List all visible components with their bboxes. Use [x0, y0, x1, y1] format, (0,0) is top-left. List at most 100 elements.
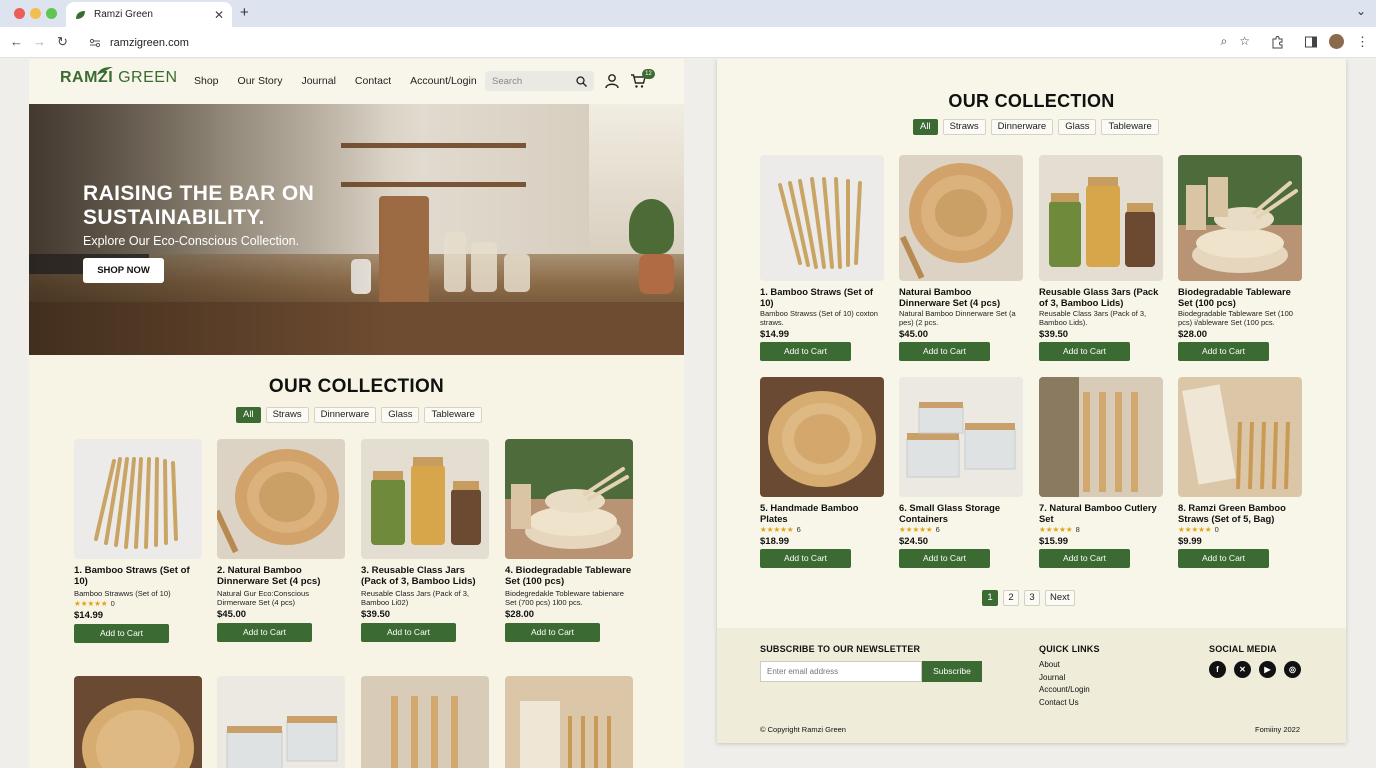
quick-link-journal[interactable]: Journal — [1039, 673, 1090, 682]
nav-contact[interactable]: Contact — [355, 75, 391, 87]
product-image-glass-containers[interactable] — [899, 377, 1023, 497]
product-image-glass-jars[interactable] — [1039, 155, 1163, 281]
forward-icon[interactable]: → — [33, 34, 46, 49]
shop-now-button[interactable]: SHOP NOW — [83, 258, 164, 283]
product-card[interactable] — [505, 676, 633, 768]
next-page-button[interactable]: Next — [1045, 590, 1075, 606]
product-card[interactable]: Naturai Bamboo Dinnerware Set (4 pcs) Na… — [899, 155, 1023, 361]
product-image-tableware[interactable] — [1178, 155, 1302, 281]
filter-straws[interactable]: Straws — [265, 407, 309, 423]
add-to-cart-button[interactable]: Add to Cart — [1178, 342, 1269, 361]
product-image-straws-bag[interactable] — [1178, 377, 1302, 497]
add-to-cart-button[interactable]: Add to Cart — [899, 549, 990, 568]
product-image-glass-jars[interactable] — [361, 439, 489, 559]
nav-shop[interactable]: Shop — [194, 75, 219, 87]
product-name[interactable]: 1. Bamboo Straws (Set of 10) — [74, 565, 202, 587]
youtube-icon[interactable]: ▶ — [1259, 661, 1276, 678]
product-image-bamboo-straws[interactable] — [74, 439, 202, 559]
account-icon[interactable] — [604, 73, 620, 89]
nav-our-story[interactable]: Our Story — [238, 75, 283, 87]
filter-glass[interactable]: Glass — [381, 407, 420, 423]
add-to-cart-button[interactable]: Add to Cart — [505, 623, 600, 642]
product-name[interactable]: Biodegradable Tableware Set (100 pcs) — [1178, 286, 1302, 308]
product-name[interactable]: 6. Small Glass Storage Containers — [899, 502, 1023, 524]
product-card[interactable]: 1. Bamboo Straws (Set of 10) Bamboo Stra… — [74, 439, 202, 643]
product-card[interactable] — [217, 676, 345, 768]
address-bar[interactable]: ramzigreen.com ⌕ ☆ — [80, 30, 1260, 55]
filter-all[interactable]: All — [236, 407, 261, 423]
product-card[interactable]: 3. Reusable Class Jars (Pack of 3, Bambo… — [361, 439, 489, 642]
site-info-icon[interactable] — [88, 36, 102, 50]
add-to-cart-button[interactable]: Add to Cart — [1178, 549, 1269, 568]
browser-tab[interactable]: Ramzi Green ✕ — [66, 2, 232, 27]
add-to-cart-button[interactable]: Add to Cart — [760, 342, 851, 361]
sidebar-icon[interactable] — [1304, 35, 1318, 49]
product-card[interactable]: 4. Biodegradable Tableware Set (100 pcs)… — [505, 439, 633, 642]
page-2-button[interactable]: 2 — [1003, 590, 1019, 606]
page-3-button[interactable]: 3 — [1024, 590, 1040, 606]
add-to-cart-button[interactable]: Add to Cart — [74, 624, 169, 643]
product-image-glass-containers[interactable] — [217, 676, 345, 768]
quick-link-account-login[interactable]: Account/Login — [1039, 685, 1090, 694]
product-card[interactable]: 6. Small Glass Storage Containers ★★★★★ 6… — [899, 377, 1023, 568]
product-name[interactable]: 4. Biodegradable Tableware Set (100 pcs) — [505, 565, 633, 587]
product-card[interactable]: 2. Natural Bamboo Dinnerware Set (4 pcs)… — [217, 439, 345, 642]
search-icon[interactable] — [576, 75, 587, 87]
product-name[interactable]: 1. Bamboo Straws (Set of 10) — [760, 286, 884, 308]
facebook-icon[interactable]: f — [1209, 661, 1226, 678]
product-card[interactable]: Reusable Glass 3ars (Pack of 3, Bamboo L… — [1039, 155, 1163, 361]
filter-tableware[interactable]: Tableware — [1101, 119, 1159, 135]
product-image-tableware[interactable] — [505, 439, 633, 559]
product-name[interactable]: Naturai Bamboo Dinnerware Set (4 pcs) — [899, 286, 1023, 308]
product-card[interactable]: 5. Handmade Bamboo Plates ★★★★★ 6 $18.99 … — [760, 377, 884, 568]
filter-all[interactable]: All — [913, 119, 938, 135]
new-tab-icon[interactable]: + — [240, 4, 249, 21]
back-icon[interactable]: ← — [10, 34, 23, 49]
site-logo[interactable]: RAMZI GREEN — [60, 67, 178, 87]
product-image-straws-bag[interactable] — [505, 676, 633, 768]
product-image-bamboo-straws[interactable] — [760, 155, 884, 281]
profile-avatar[interactable] — [1329, 34, 1344, 49]
extensions-icon[interactable] — [1270, 35, 1284, 49]
filter-glass[interactable]: Glass — [1058, 119, 1097, 135]
product-card[interactable]: 8. Ramzi Green Bamboo Straws (Set of 5, … — [1178, 377, 1302, 568]
nav-account-login[interactable]: Account/Login — [410, 75, 477, 87]
reload-icon[interactable]: ↻ — [57, 34, 68, 50]
filter-tableware[interactable]: Tableware — [424, 407, 482, 423]
zoom-icon[interactable]: ⌕ — [1221, 34, 1228, 49]
search-input[interactable]: Search — [485, 71, 594, 91]
quick-link-contact-us[interactable]: Contact Us — [1039, 698, 1090, 707]
window-minimize-button[interactable] — [30, 8, 41, 19]
x-icon[interactable]: ✕ — [1234, 661, 1251, 678]
tab-search-chevron-icon[interactable]: ⌄ — [1356, 4, 1366, 18]
product-image-bamboo-plates[interactable] — [74, 676, 202, 768]
product-image-bamboo-plates[interactable] — [760, 377, 884, 497]
window-close-button[interactable] — [14, 8, 25, 19]
product-name[interactable]: 7. Natural Bamboo Cutlery Set — [1039, 502, 1163, 524]
product-card[interactable]: 7. Natural Bamboo Cutlery Set ★★★★★ 8 $15… — [1039, 377, 1163, 568]
filter-dinnerware[interactable]: Dinnerware — [990, 119, 1054, 135]
product-card[interactable]: Biodegradable Tableware Set (100 pcs) Bi… — [1178, 155, 1302, 361]
bookmark-star-icon[interactable]: ☆ — [1239, 34, 1250, 49]
browser-menu-icon[interactable]: ⋮ — [1356, 34, 1369, 50]
product-image-dinnerware[interactable] — [899, 155, 1023, 281]
product-card[interactable]: 1. Bamboo Straws (Set of 10) Bamboo Stra… — [760, 155, 884, 361]
product-image-dinnerware[interactable] — [217, 439, 345, 559]
product-card[interactable] — [74, 676, 202, 768]
product-image-cutlery[interactable] — [1039, 377, 1163, 497]
add-to-cart-button[interactable]: Add to Cart — [760, 549, 851, 568]
filter-straws[interactable]: Straws — [942, 119, 986, 135]
subscribe-button[interactable]: Subscribe — [922, 661, 982, 682]
window-zoom-button[interactable] — [46, 8, 57, 19]
newsletter-email-field[interactable]: Enter email address — [760, 661, 922, 682]
add-to-cart-button[interactable]: Add to Cart — [361, 623, 456, 642]
instagram-icon[interactable]: ◎ — [1284, 661, 1301, 678]
filter-dinnerware[interactable]: Dinnerware — [313, 407, 377, 423]
add-to-cart-button[interactable]: Add to Cart — [1039, 549, 1130, 568]
product-name[interactable]: 2. Natural Bamboo Dinnerware Set (4 pcs) — [217, 565, 345, 587]
product-name[interactable]: 8. Ramzi Green Bamboo Straws (Set of 5, … — [1178, 502, 1302, 524]
product-name[interactable]: 3. Reusable Class Jars (Pack of 3, Bambo… — [361, 565, 489, 587]
add-to-cart-button[interactable]: Add to Cart — [899, 342, 990, 361]
add-to-cart-button[interactable]: Add to Cart — [217, 623, 312, 642]
product-card[interactable] — [361, 676, 489, 768]
